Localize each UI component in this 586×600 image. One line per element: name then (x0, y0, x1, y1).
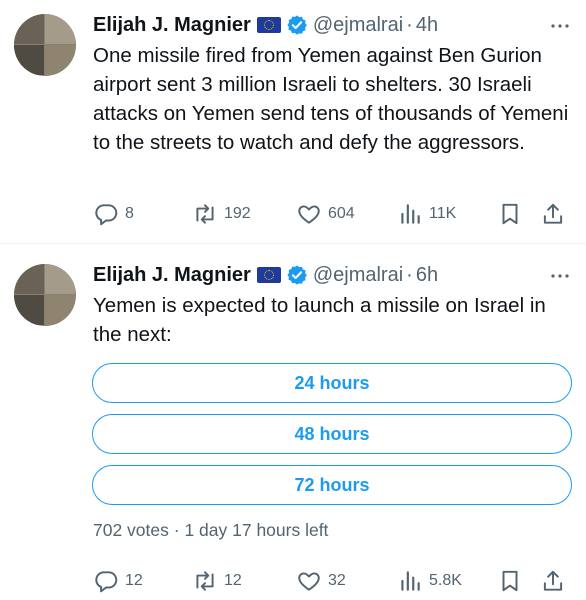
share-icon (543, 570, 563, 591)
reply-icon (95, 204, 118, 226)
verified-badge-icon (287, 265, 307, 285)
bookmark-icon (502, 570, 518, 592)
like-button[interactable]: 32 (296, 566, 346, 596)
author-handle[interactable]: @ejmalrai (313, 14, 403, 37)
author-handle[interactable]: @ejmalrai (313, 264, 403, 287)
verified-badge-icon (287, 15, 307, 35)
avatar[interactable] (14, 264, 76, 326)
reply-button[interactable]: 8 (93, 199, 134, 229)
tweet-2[interactable]: Elijah J. Magnier @ejmalrai · 6h Yemen i… (0, 245, 586, 600)
tweet-actions: 8 192 604 11K (0, 199, 586, 229)
bookmark-button[interactable] (497, 199, 523, 229)
avatar[interactable] (14, 14, 76, 76)
separator-dot: · (406, 13, 413, 36)
reply-count: 12 (125, 572, 143, 589)
share-button[interactable] (540, 199, 566, 229)
share-button[interactable] (540, 566, 566, 596)
like-icon (298, 572, 320, 591)
bookmark-button[interactable] (497, 566, 523, 596)
repost-icon (196, 204, 214, 224)
poll-option-1[interactable]: 24 hours (92, 363, 572, 403)
repost-button[interactable]: 192 (192, 199, 251, 229)
author-name[interactable]: Elijah J. Magnier (93, 264, 251, 287)
tweet-text: Yemen is expected to launch a missile on… (93, 294, 546, 346)
repost-icon (196, 571, 214, 591)
tweet-1[interactable]: Elijah J. Magnier @ejmalrai · 4h One mis… (0, 0, 586, 243)
timestamp[interactable]: 6h (416, 264, 438, 287)
tweet-actions: 12 12 32 5.8K (0, 566, 586, 596)
repost-count: 192 (224, 205, 251, 222)
poll-option-2[interactable]: 48 hours (92, 414, 572, 454)
views-icon (401, 204, 420, 224)
tweet-header: Elijah J. Magnier @ejmalrai · 4h (93, 11, 438, 39)
timestamp[interactable]: 4h (416, 14, 438, 37)
like-count: 32 (328, 572, 346, 589)
views-icon (401, 571, 420, 591)
like-button[interactable]: 604 (296, 199, 355, 229)
eu-flag-icon (256, 267, 281, 283)
tweet-header: Elijah J. Magnier @ejmalrai · 6h (93, 261, 438, 289)
separator-dot: · (406, 263, 413, 286)
bookmark-icon (502, 203, 518, 225)
reply-button[interactable]: 12 (93, 566, 143, 596)
repost-button[interactable]: 12 (192, 566, 242, 596)
tweet-text: One missile fired from Yemen against Ben… (93, 44, 569, 154)
poll: 24 hours 48 hours 72 hours (92, 363, 572, 516)
like-count: 604 (328, 205, 355, 222)
views-button[interactable]: 5.8K (397, 566, 462, 596)
repost-count: 12 (224, 572, 242, 589)
tweet-divider (0, 243, 586, 244)
reply-icon (95, 571, 118, 593)
views-count: 11K (429, 205, 457, 222)
share-icon (543, 203, 563, 224)
eu-flag-icon (256, 17, 281, 33)
views-button[interactable]: 11K (397, 199, 456, 229)
reply-count: 8 (125, 205, 134, 222)
more-icon[interactable] (548, 14, 572, 38)
like-icon (298, 205, 320, 224)
poll-status: 702 votes · 1 day 17 hours left (93, 520, 329, 540)
more-icon[interactable] (548, 264, 572, 288)
poll-option-3[interactable]: 72 hours (92, 465, 572, 505)
views-count: 5.8K (429, 572, 462, 589)
author-name[interactable]: Elijah J. Magnier (93, 14, 251, 37)
